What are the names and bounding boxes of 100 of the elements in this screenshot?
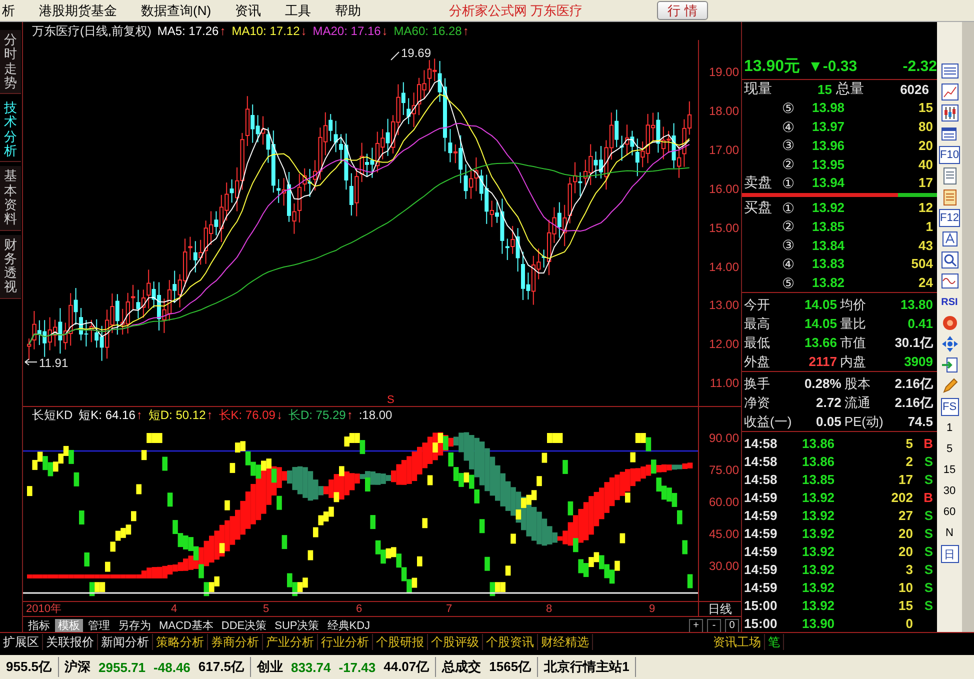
order-price: 13.92 <box>812 200 846 216</box>
order-side-label: 卖盘 <box>744 174 773 192</box>
axis-label: 75.00 <box>708 463 739 477</box>
status-text: -17.43 <box>338 660 376 674</box>
trend-arrow: ↑ <box>346 408 353 422</box>
trade-time: 14:58 <box>744 472 778 487</box>
trade-side: S <box>923 580 933 595</box>
time-axis-label: 4 <box>171 602 178 616</box>
menu-item[interactable]: 帮助 <box>323 2 374 20</box>
quote-button[interactable]: 行 情 <box>656 1 708 20</box>
trade-volume: 5 <box>904 436 913 451</box>
trade-price: 13.92 <box>802 580 836 595</box>
info-tab[interactable]: 个股评级 <box>428 634 483 650</box>
trade-price: 13.92 <box>802 508 836 523</box>
order-level: ② <box>782 156 796 172</box>
toolbar-button[interactable]: N <box>940 524 958 542</box>
toolbar-button[interactable]: 日 <box>940 545 958 563</box>
info-tab[interactable]: 关联报价 <box>43 634 98 650</box>
trade-price: 13.86 <box>802 454 836 469</box>
info-tab[interactable]: 个股研报 <box>373 634 428 650</box>
field-value: 15 <box>816 82 833 97</box>
axis-label: 90.00 <box>708 431 739 445</box>
order-price: 13.84 <box>812 238 846 253</box>
info-tab[interactable]: 个股资讯 <box>483 634 538 650</box>
info-tab[interactable]: 资讯工场 <box>710 634 765 650</box>
indicator-value: MA10: 17.12 <box>232 24 300 38</box>
trade-volume: 20 <box>898 544 913 559</box>
order-level: ③ <box>782 137 796 154</box>
trade-side: S <box>923 472 933 487</box>
order-volume: 12 <box>918 200 933 216</box>
order-price: 13.97 <box>812 119 846 134</box>
trend-arrow: ↑ <box>206 408 213 422</box>
field-value: 2.16亿 <box>894 374 933 393</box>
info-tab[interactable]: 产业分析 <box>263 634 318 650</box>
toolbar-button[interactable]: 60 <box>940 503 958 521</box>
indicator-tab[interactable]: MACD基本 <box>156 618 216 634</box>
field-value: 2.16亿 <box>894 394 933 412</box>
menu-item[interactable]: 港股期货基金 <box>27 2 129 20</box>
side-tab[interactable]: 基本资料 <box>0 166 21 231</box>
axis-label: 17.00 <box>708 142 739 157</box>
order-volume: 15 <box>918 100 933 116</box>
side-tab[interactable]: 分时走势 <box>0 30 21 94</box>
side-tab[interactable]: 财务透视 <box>0 234 21 299</box>
indicator-tab[interactable]: SUP决策 <box>272 618 322 634</box>
axis-label: 60.00 <box>708 495 739 509</box>
zoom-button[interactable]: + <box>689 619 703 633</box>
time-axis-label: 9 <box>649 602 656 616</box>
menu-item[interactable]: 数据查询(N) <box>129 2 224 20</box>
order-level: ④ <box>782 256 796 272</box>
indicator-tab[interactable]: 另存为 <box>115 618 154 634</box>
trade-time: 15:00 <box>744 598 778 613</box>
indicator-tab[interactable]: DDE决策 <box>218 618 270 634</box>
menu-item[interactable]: 工具 <box>273 2 324 20</box>
trade-side: B <box>922 436 933 451</box>
field-value: 14.05 <box>803 297 837 312</box>
info-tab[interactable]: 策略分析 <box>153 634 208 650</box>
toolbar-button[interactable]: 15 <box>940 461 958 479</box>
status-text: -48.46 <box>154 660 190 674</box>
window-title: 分析家公式网 万东医疗 <box>449 2 583 20</box>
field-label: 股本 <box>844 374 872 393</box>
pen-button[interactable]: 笔 <box>765 634 784 650</box>
info-tab[interactable]: 券商分析 <box>208 634 263 650</box>
info-tab[interactable]: 财经精选 <box>538 634 593 650</box>
price-change: ▼-0.33 <box>808 58 858 76</box>
trade-price: 13.92 <box>802 598 836 613</box>
field-label: 换手 <box>744 374 771 393</box>
field-label: 均价 <box>840 296 866 314</box>
trade-time: 14:59 <box>744 580 778 595</box>
zoom-button[interactable]: 0 <box>725 619 739 633</box>
axis-label: 45.00 <box>708 527 739 541</box>
indicator-tab[interactable]: 管理 <box>85 618 113 634</box>
current-price: 13.90元 <box>744 57 800 78</box>
menu-item[interactable]: 析 <box>0 2 27 20</box>
indicator-tab[interactable]: 经典KDJ <box>324 618 374 634</box>
toolbar-button[interactable]: 5 <box>940 440 958 458</box>
field-value: 0.05 <box>815 414 842 430</box>
time-axis-label: 2010年 <box>26 602 62 616</box>
indicator-tab[interactable]: 指标 <box>25 618 53 634</box>
indicator-value: 短D: 50.12 <box>148 407 206 424</box>
trade-side: S <box>923 544 933 559</box>
order-side-label: 买盘 <box>744 198 773 217</box>
info-tab[interactable]: 扩展区 <box>0 634 43 650</box>
toolbar-button[interactable]: F12 <box>939 209 960 227</box>
side-tab[interactable]: 技术分析 <box>0 98 21 162</box>
order-volume: 20 <box>918 138 933 153</box>
toolbar-button[interactable]: FS <box>940 398 958 416</box>
toolbar-button[interactable]: F10 <box>939 146 960 164</box>
toolbar-button[interactable]: 30 <box>940 482 958 500</box>
menu-item[interactable]: 资讯 <box>223 2 274 20</box>
axis-label: 18.00 <box>708 104 739 118</box>
trade-price: 13.90 <box>802 616 836 631</box>
toolbar-button[interactable]: RSI <box>940 293 958 311</box>
field-label: 市值 <box>840 334 866 352</box>
field-label: 量比 <box>840 314 866 333</box>
field-label: 现量 <box>744 80 773 98</box>
info-tab[interactable]: 行业分析 <box>318 634 373 650</box>
zoom-button[interactable]: - <box>707 619 721 633</box>
order-volume: 504 <box>910 256 933 272</box>
toolbar-button[interactable]: 1 <box>940 419 958 437</box>
info-tab[interactable]: 新闻分析 <box>98 634 153 650</box>
